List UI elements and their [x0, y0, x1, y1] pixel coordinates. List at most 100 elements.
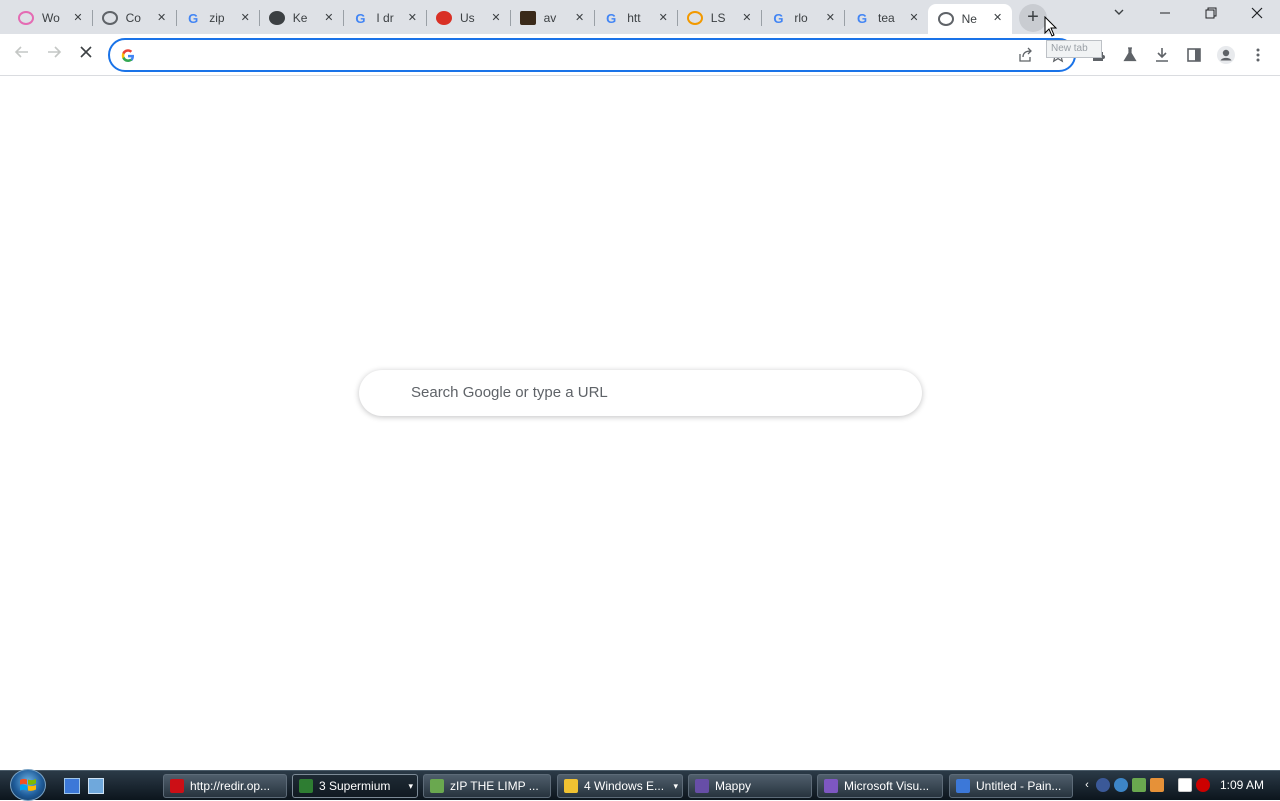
tray-network-icon[interactable] — [1114, 778, 1128, 792]
tab-search-chevron-icon[interactable] — [1108, 6, 1130, 26]
taskbar-button-label: Untitled - Pain... — [976, 779, 1062, 793]
close-window-button[interactable] — [1234, 0, 1280, 30]
taskbar-button[interactable]: 3 Supermium ▾ — [292, 774, 418, 798]
tab[interactable]: LS ✕ — [677, 4, 762, 32]
close-tab-icon[interactable]: ✕ — [906, 10, 922, 26]
taskbar-button-label: http://redir.op... — [190, 779, 271, 793]
close-tab-icon[interactable]: ✕ — [488, 10, 504, 26]
tab[interactable]: Us ✕ — [426, 4, 511, 32]
forward-button[interactable] — [42, 43, 66, 67]
tray-app-icon[interactable] — [1096, 778, 1110, 792]
supermium-icon — [299, 779, 313, 793]
taskbar-clock[interactable]: 1:09 AM — [1220, 778, 1264, 792]
labs-flask-icon[interactable] — [1118, 43, 1142, 67]
side-panel-icon[interactable] — [1182, 43, 1206, 67]
google-g-icon: G — [188, 10, 199, 26]
close-tab-icon[interactable]: ✕ — [404, 10, 420, 26]
taskbar-button[interactable]: Untitled - Pain... — [949, 774, 1073, 798]
close-tab-icon[interactable]: ✕ — [822, 10, 838, 26]
tab[interactable]: Gzip ✕ — [175, 4, 261, 32]
globe-icon — [101, 11, 118, 25]
rainbow-icon — [686, 11, 703, 25]
tab[interactable]: Ne ✕ — [927, 4, 1012, 34]
paint-icon — [956, 779, 970, 793]
taskbar-button[interactable]: 4 Windows E... ▾ — [557, 774, 683, 798]
taskbar-button[interactable]: zIP THE LIMP ... — [423, 774, 551, 798]
tab-strip: Wo ✕ Co ✕ Gzip ✕ Ke ✕ G I dr ✕ Us ✕ av ✕ Ghtt ✕ LS ✕ Grlo ✕ G… — [0, 0, 1280, 34]
tab-title: av — [543, 11, 557, 25]
switch-windows-icon[interactable] — [88, 778, 104, 794]
new-tab-button[interactable]: + — [1019, 4, 1047, 32]
taskbar-button-label: Mappy — [715, 779, 752, 793]
chromium-icon — [937, 12, 954, 26]
tray-expand-chevron-icon[interactable]: ‹ — [1080, 778, 1094, 792]
opera-icon — [170, 779, 184, 793]
tray-update-icon[interactable] — [1150, 778, 1164, 792]
address-input[interactable] — [144, 44, 1004, 66]
download-icon[interactable] — [1150, 43, 1174, 67]
taskbar-button[interactable]: Microsoft Visu... — [817, 774, 943, 798]
tab-title: tea — [878, 11, 895, 25]
tab[interactable]: Gtea ✕ — [844, 4, 928, 32]
bug-icon — [268, 11, 285, 25]
flower-icon — [18, 11, 34, 25]
google-g-icon: G — [773, 10, 784, 26]
close-tab-icon[interactable]: ✕ — [990, 10, 1006, 26]
back-button[interactable] — [10, 43, 34, 67]
taskbar-button-label: 4 Windows E... — [584, 779, 665, 793]
tab-title: Co — [125, 11, 141, 25]
new-tab-tooltip: New tab — [1046, 40, 1102, 58]
folder-icon — [564, 779, 578, 793]
restore-button[interactable] — [1188, 0, 1234, 30]
google-g-icon: G — [355, 10, 366, 26]
windows-taskbar: http://redir.op... 3 Supermium ▾ zIP THE LI… — [0, 769, 1280, 801]
tab[interactable]: Co ✕ — [92, 4, 177, 32]
tab-title: Wo — [42, 11, 60, 25]
google-g-icon: G — [606, 10, 617, 26]
group-dropdown-icon[interactable]: ▾ — [408, 781, 413, 792]
image-icon — [519, 11, 536, 25]
volume-muted-icon[interactable] — [1196, 778, 1210, 792]
google-search-box[interactable]: Search Google or type a URL — [359, 370, 922, 416]
tab[interactable]: G I dr ✕ — [342, 4, 428, 32]
close-tab-icon[interactable]: ✕ — [154, 10, 170, 26]
close-tab-icon[interactable]: ✕ — [70, 10, 86, 26]
google-g-icon: G — [856, 10, 868, 26]
google-g-icon — [121, 49, 134, 62]
close-tab-icon[interactable]: ✕ — [655, 10, 671, 26]
mappy-icon — [695, 779, 709, 793]
tab[interactable]: Ghtt ✕ — [593, 4, 679, 32]
taskbar-button[interactable]: Mappy — [688, 774, 812, 798]
close-tab-icon[interactable]: ✕ — [739, 10, 755, 26]
tab[interactable]: Ke ✕ — [259, 4, 344, 32]
tab[interactable]: av ✕ — [510, 4, 595, 32]
taskbar-button[interactable]: http://redir.op... — [163, 774, 287, 798]
stop-loading-button[interactable] — [74, 43, 98, 67]
tab-title: rlo — [794, 11, 808, 25]
profile-avatar-icon[interactable] — [1214, 43, 1238, 67]
tab[interactable]: Wo ✕ — [8, 4, 93, 32]
group-dropdown-icon[interactable]: ▾ — [673, 781, 678, 792]
show-desktop-icon[interactable] — [64, 778, 80, 794]
start-button[interactable] — [10, 769, 46, 801]
tab-title: Ke — [292, 11, 308, 25]
tab-title: zip — [209, 11, 225, 25]
taskbar-button-label: zIP THE LIMP ... — [450, 779, 539, 793]
tray-display-icon[interactable] — [1178, 778, 1192, 792]
visual-studio-icon — [824, 779, 838, 793]
close-tab-icon[interactable]: ✕ — [237, 10, 253, 26]
menu-kebab-icon[interactable] — [1246, 43, 1270, 67]
tray-security-icon[interactable] — [1132, 778, 1146, 792]
image-icon — [430, 779, 444, 793]
close-tab-icon[interactable]: ✕ — [572, 10, 588, 26]
close-tab-icon[interactable]: ✕ — [321, 10, 337, 26]
tab[interactable]: Grlo ✕ — [760, 4, 846, 32]
share-icon[interactable] — [1014, 43, 1038, 67]
taskbar-button-label: 3 Supermium — [319, 779, 391, 793]
minimize-button[interactable] — [1142, 0, 1188, 30]
search-placeholder: Search Google or type a URL — [411, 384, 608, 401]
tab-title: Ne — [961, 12, 977, 26]
address-bar[interactable] — [108, 38, 1076, 72]
windows-flag-icon — [20, 778, 36, 791]
flame-icon — [436, 11, 452, 25]
